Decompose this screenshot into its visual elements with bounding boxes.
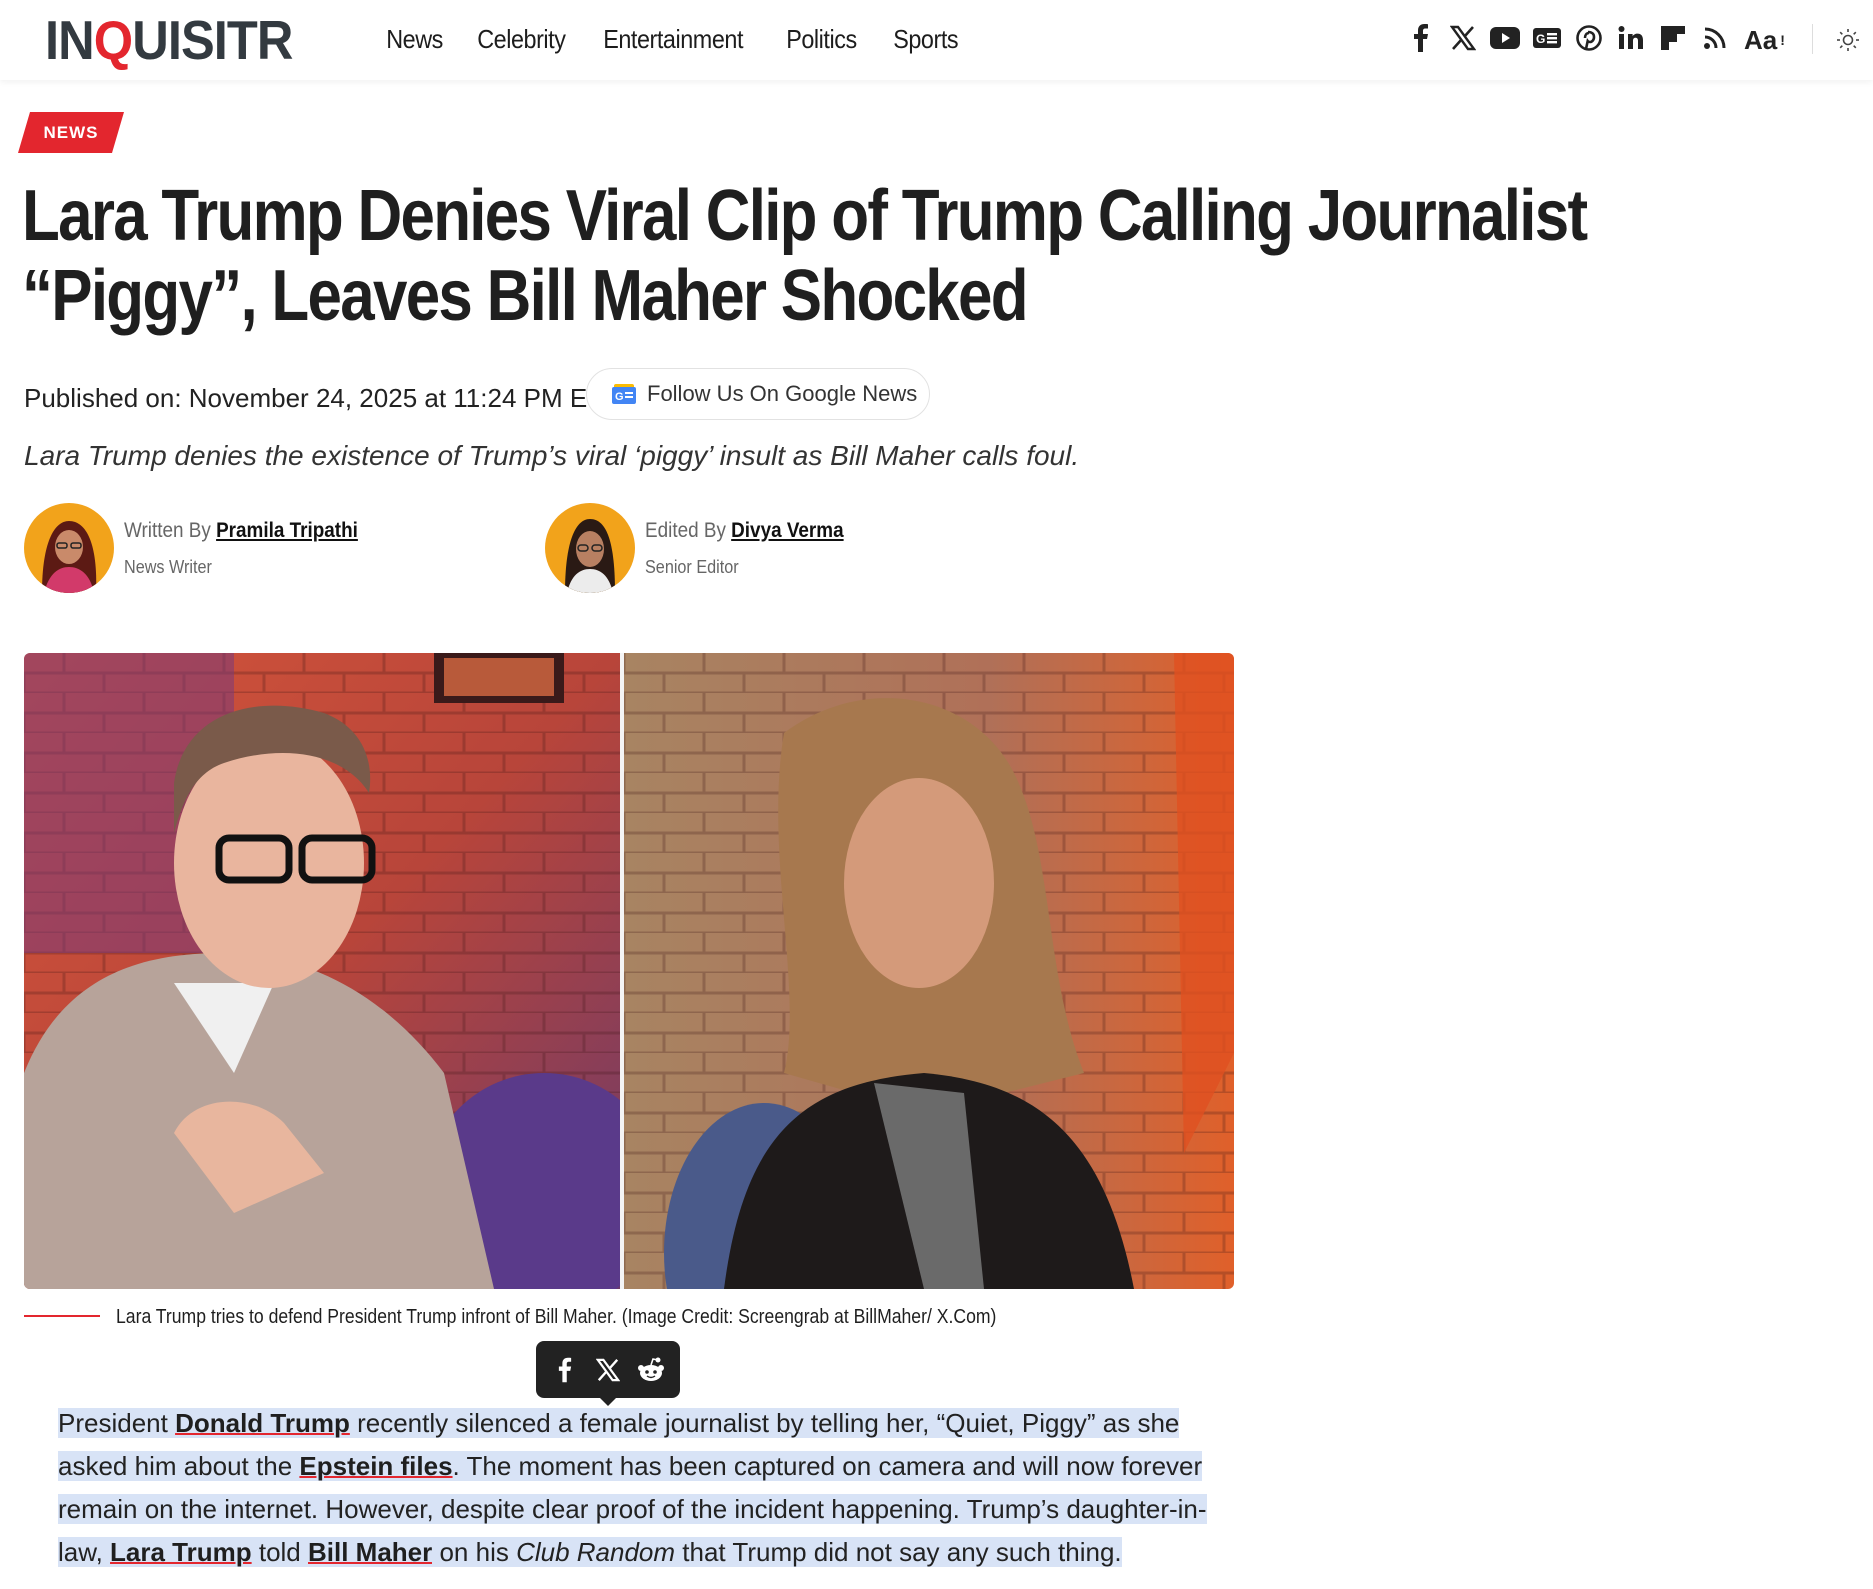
reddit-icon[interactable] [636,1355,666,1385]
article-hero-image[interactable] [24,653,1234,1289]
svg-text:G: G [1536,32,1545,46]
site-header: INQUISITR News Celebrity Entertainment P… [0,0,1873,80]
font-size-label: Aa [1744,25,1778,55]
logo-text-a: IN [45,9,95,71]
logo-q: Q [93,9,133,71]
writer-name-link[interactable]: Pramila Tripathi [216,519,358,542]
image-caption: Lara Trump tries to defend President Tru… [116,1306,997,1328]
article-subtitle: Lara Trump denies the existence of Trump… [24,440,1080,471]
logo-text-b: UISITR [132,9,293,71]
writer-byline: Written By Pramila Tripathi News Writer [24,503,384,593]
font-size-indicator: ! [1780,32,1785,48]
social-links: G [1406,18,1730,58]
article-title: Lara Trump Denies Viral Clip of Trump Ca… [22,176,1588,336]
body-text-run: President [58,1408,176,1438]
follow-label: Follow Us On Google News [647,381,918,406]
editor-line: Edited By Divya Verma [645,519,844,543]
writer-avatar[interactable] [24,503,114,593]
caption-accent-line [24,1315,100,1317]
writer-line: Written By Pramila Tripathi [124,519,358,543]
svg-text:G: G [615,391,624,403]
x-icon[interactable] [1448,18,1478,58]
editor-prefix: Edited By [645,518,726,542]
link-bill-maher[interactable]: Bill Maher [308,1537,433,1567]
editor-avatar[interactable] [545,503,635,593]
selection-share-popup [536,1341,680,1406]
link-epstein-files[interactable]: Epstein files [299,1451,453,1481]
nav-news[interactable]: News [370,18,459,60]
facebook-icon[interactable] [1406,18,1436,58]
youtube-icon[interactable] [1490,18,1520,58]
nav-politics[interactable]: Politics [770,18,873,60]
nav-celebrity[interactable]: Celebrity [461,18,582,60]
linkedin-icon[interactable] [1616,18,1646,58]
body-text-run: told [251,1537,308,1567]
body-text-run: on his [432,1537,517,1567]
rss-icon[interactable] [1700,18,1730,58]
writer-role: News Writer [124,556,212,577]
editor-byline: Edited By Divya Verma Senior Editor [545,503,866,593]
link-lara-trump[interactable]: Lara Trump [110,1537,252,1567]
google-news-icon[interactable]: G [1532,18,1562,58]
main-nav: News Celebrity Entertainment Politics Sp… [370,18,977,60]
published-date: Published on: November 24, 2025 at 11:24… [24,383,604,413]
facebook-icon[interactable] [550,1355,580,1385]
body-text-run: that Trump did not say any such thing. [675,1537,1122,1567]
flipboard-icon[interactable] [1658,18,1688,58]
pinterest-icon[interactable] [1574,18,1604,58]
link-donald-trump[interactable]: Donald Trump [175,1408,350,1438]
site-logo[interactable]: INQUISITR [45,10,293,70]
article-body-paragraph: President Donald Trump recently silenced… [58,1402,1208,1574]
nav-entertainment[interactable]: Entertainment [587,18,759,60]
writer-prefix: Written By [124,518,211,542]
editor-role: Senior Editor [645,556,739,577]
show-name: Club Random [516,1537,676,1567]
x-icon[interactable] [593,1355,623,1385]
nav-sports[interactable]: Sports [877,18,974,60]
google-news-icon: G [612,384,636,404]
follow-google-news-button[interactable]: G Follow Us On Google News [586,368,930,420]
sun-icon[interactable] [1828,22,1868,58]
editor-name-link[interactable]: Divya Verma [731,519,843,542]
header-divider [1812,24,1813,54]
category-badge[interactable]: NEWS [18,112,124,153]
font-size-toggle[interactable]: Aa! [1744,20,1785,60]
